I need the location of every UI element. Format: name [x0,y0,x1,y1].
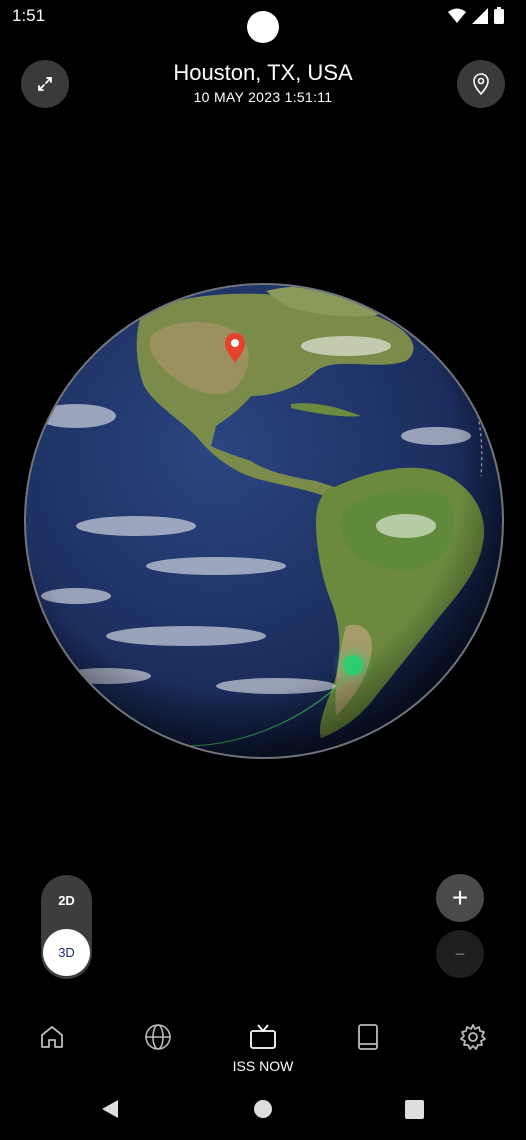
wifi-icon [448,8,466,23]
location-datetime: 10 MAY 2023 1:51:11 [193,89,333,105]
camera-cutout [247,11,279,43]
location-marker-icon[interactable] [223,332,247,364]
signal-icon [472,7,488,24]
battery-icon [494,7,504,24]
location-title: Houston, TX, USA [173,60,353,85]
location-button[interactable] [457,60,505,108]
tv-icon [250,1024,276,1049]
system-navigation-bar [0,1088,526,1140]
location-pin-icon [473,73,489,95]
zoom-in-button[interactable]: + [436,874,484,922]
status-time: 1:51 [12,6,46,25]
status-icons [448,7,504,24]
earth-globe[interactable] [16,276,512,766]
plus-icon: + [451,882,469,913]
nav-book[interactable] [338,1015,398,1059]
gear-icon [460,1024,486,1050]
home-icon [41,1026,63,1048]
minus-icon: − [454,944,466,964]
nav-globe[interactable] [128,1015,188,1059]
book-icon [358,1024,378,1050]
nav-iss-now-label: ISS NOW [232,1058,294,1074]
zoom-out-button[interactable]: − [436,930,484,978]
status-bar: 1:51 [0,0,526,43]
home-circle-icon[interactable] [253,1099,273,1119]
mode-3d-option[interactable]: 3D [43,929,90,976]
nav-settings[interactable] [443,1015,503,1059]
globe-icon [145,1024,171,1050]
nav-home[interactable] [22,1015,82,1059]
mode-2d-option[interactable]: 2D [41,875,92,925]
nav-iss-now[interactable] [233,1015,293,1059]
back-icon[interactable] [100,1099,120,1119]
iss-position-marker[interactable] [343,655,363,675]
recents-icon[interactable] [405,1100,424,1119]
